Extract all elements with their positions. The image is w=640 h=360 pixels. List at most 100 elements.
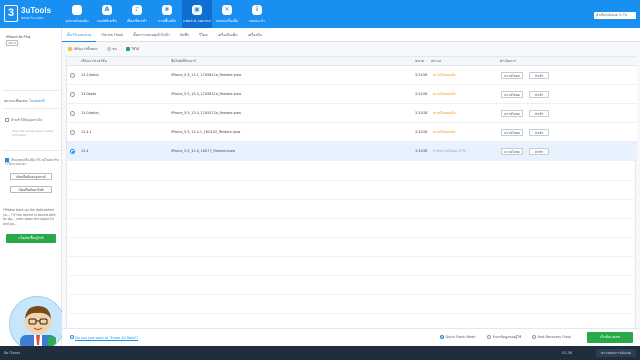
nav-label: เสียงเรียกเข้า xyxy=(126,19,148,23)
table-header: เฟิร์มแวร์เวอร์ชั่น ชื่อไฟล์เฟิร์มแวร์ ข… xyxy=(67,57,637,66)
tab-itunes-flash[interactable]: iTunes Flash xyxy=(96,28,128,42)
cell-status: ดาวน์โหลดแล้ว xyxy=(433,92,456,96)
tab-remote[interactable]: รีโมต xyxy=(194,28,213,42)
option-no-data-loss[interactable]: ห้ามทำให้ข้อมูลหายไป xyxy=(5,118,42,123)
row-radio[interactable] xyxy=(70,111,75,116)
col-action: ดำเนินการ xyxy=(500,59,517,63)
backup-warning: *Please back up the data before yo... * … xyxy=(3,208,56,226)
cell-status: กำลังดาวน์โหลด 37% xyxy=(433,149,466,153)
row-radio[interactable] xyxy=(70,130,75,135)
nav-tutorials[interactable]: i บทแนะนำ xyxy=(242,0,272,28)
table-row[interactable]: 13.0(beta) iPhone_5.5_13.0_17A5572a_Rest… xyxy=(67,104,637,123)
find-device-button[interactable]: เปิดหรือค้นหาอุปกรณ์ xyxy=(10,173,52,180)
tab-easy-flash[interactable]: ตั้งเวิร์มแบบง่าย xyxy=(62,28,97,42)
help-icon xyxy=(70,335,74,339)
empty-row-line xyxy=(67,180,637,181)
tools-icon: ✕ xyxy=(222,5,232,15)
download-button[interactable]: ดาวน์โหลด xyxy=(501,91,523,98)
mascot-avatar xyxy=(9,296,65,352)
filter-label: ใช้ได้ xyxy=(131,47,140,51)
option-label: ห้ามทำให้ข้อมูลหายไป xyxy=(11,118,43,122)
row-radio[interactable] xyxy=(70,92,75,97)
start-flash-button[interactable]: เริ่มต้นแฟลช xyxy=(587,332,633,343)
col-filename: ชื่อไฟล์เฟิร์มแวร์ xyxy=(171,59,196,63)
cell-filename: iPhone_5.5_13.1_17A5821e_Restore.ipsw xyxy=(171,73,242,77)
nav-wallpapers[interactable]: ❀ ภาพพื้นหลัง xyxy=(152,0,182,28)
cell-filename: iPhone_5.5_13.0_17A5831e_Restore.ipsw xyxy=(171,92,242,96)
cell-status: ดาวน์โหลดแล้ว xyxy=(433,130,456,134)
row-radio[interactable] xyxy=(70,149,75,154)
filter-available[interactable]: ใช้ได้ xyxy=(125,45,140,53)
empty-row-line xyxy=(67,218,637,219)
radio[interactable] xyxy=(532,335,536,339)
flower-icon: ❀ xyxy=(162,5,172,15)
nav-label: อุปกรณ์ของฉัน xyxy=(65,19,89,23)
cell-version: 13.0beta xyxy=(81,92,97,96)
check-update-button[interactable]: ตรวจสอบการอัปเดต xyxy=(596,349,636,357)
filter-label: เฟิร์มแวร์ทั้งหมด xyxy=(73,47,98,51)
logo-title: 3uTools xyxy=(21,6,52,15)
legend-dot xyxy=(125,47,130,51)
mode-label: Quick Flash Mode xyxy=(445,335,476,339)
empty-row-line xyxy=(67,237,637,238)
filter-none[interactable]: ชน xyxy=(106,45,117,53)
nav-toolbox[interactable]: ✕ กล่องเครื่องมือ xyxy=(212,0,242,28)
import-button[interactable]: นำเข้า xyxy=(529,72,549,79)
mode-quick-flash[interactable]: Quick Flash Mode xyxy=(440,335,475,339)
empty-row-line xyxy=(67,256,637,257)
cell-size: 3.32GB xyxy=(415,149,428,153)
download-button[interactable]: ดาวน์โหลด xyxy=(501,129,523,136)
import-button[interactable]: นำเข้า xyxy=(529,148,549,155)
tab-tools[interactable]: เครื่องมือ xyxy=(243,28,267,42)
mascot-illustration xyxy=(20,306,56,351)
radio[interactable] xyxy=(487,335,491,339)
download-button[interactable]: ดาวน์โหลด xyxy=(501,72,523,79)
app-logo: 3 3uTools www.3u.com xyxy=(4,4,58,24)
table-row[interactable]: 13.0beta iPhone_5.5_13.0_17A5831e_Restor… xyxy=(67,85,637,104)
legend-dot xyxy=(106,47,111,51)
import-button[interactable]: นำเข้า xyxy=(529,110,549,117)
radio[interactable] xyxy=(440,335,444,339)
status-value: โหมดปกติ xyxy=(29,99,45,103)
status-label: สถานะเชื่อมต่อ: xyxy=(4,99,29,103)
filter-label: ชน xyxy=(112,47,117,51)
tab-log[interactable]: บันทึก xyxy=(175,28,194,42)
cell-size: 3.51GB xyxy=(415,92,428,96)
nav-label: แฟลช & เจลเบรก xyxy=(183,19,211,23)
mode-anti-recovery[interactable]: Anti-Recovery Flash xyxy=(532,335,571,339)
flash-tabs: ตั้งเวิร์มแบบง่าย iTunes Flash ตั้งค่าระ… xyxy=(62,28,640,42)
backup-restore-button[interactable]: แบ็คอัพ/ฟื้นฟูไฟล์ xyxy=(6,234,56,243)
close-itunes[interactable]: ปิด iTunes xyxy=(4,346,20,360)
erase-all-data-link[interactable]: Do you just want to "Erase All Data"? xyxy=(70,335,138,340)
nav-apps[interactable]: A แอปพลิเคชั่น xyxy=(92,0,122,28)
device-tag: iOS 0 xyxy=(6,40,18,46)
nav-ringtones[interactable]: ♪ เสียงเรียกเข้า xyxy=(122,0,152,28)
tab-more-tools[interactable]: เครื่องมือเพิ่ม xyxy=(213,28,243,42)
divider xyxy=(3,108,59,109)
nav-label: แอปพลิเคชั่น xyxy=(97,19,117,23)
nav-my-device[interactable]: อุปกรณ์ของฉัน xyxy=(62,0,92,28)
cell-version: 12.4.1 xyxy=(81,130,92,134)
find-file-button[interactable]: เปิดหรือค้นหาไฟล์ xyxy=(10,186,52,193)
nav-label: ภาพพื้นหลัง xyxy=(158,19,176,23)
import-button[interactable]: นำเข้า xyxy=(529,91,549,98)
table-row[interactable]: 12.4.1 iPhone_5.5_12.4.1_16G102_Restore.… xyxy=(67,123,637,142)
update-indicator[interactable]: ตัวเลือก/อัปเดต 3.7% xyxy=(594,12,636,19)
row-radio[interactable] xyxy=(70,73,75,78)
table-row-selected[interactable]: 12.4 iPhone_5.5_12.4_16G77_Restore.ipsw … xyxy=(67,142,637,161)
nav-flash-jailbreak[interactable]: ▣ แฟลช & เจลเบรก xyxy=(182,0,212,28)
cell-filename: iPhone_5.5_12.4.1_16G102_Restore.ipsw xyxy=(171,130,241,134)
nav-label: กล่องเครื่องมือ xyxy=(215,19,239,23)
filter-all[interactable]: เฟิร์มแวร์ทั้งหมด xyxy=(68,45,98,53)
connection-status: สถานะเชื่อมต่อ: โหมดปกติ xyxy=(4,98,45,104)
mode-retain-data[interactable]: รักษาข้อมูลของผู้ใช้ xyxy=(487,335,521,340)
table-row[interactable]: 13.1(beta) iPhone_5.5_13.1_17A5821e_Rest… xyxy=(67,66,637,85)
tab-settings[interactable]: ตั้งค่าระบบเหตุเฝ้าไปถ้า xyxy=(128,28,175,42)
flash-content: ตั้งเวิร์มแบบง่าย iTunes Flash ตั้งค่าระ… xyxy=(62,28,640,346)
checkbox[interactable] xyxy=(5,118,9,122)
import-button[interactable]: นำเข้า xyxy=(529,129,549,136)
download-button[interactable]: ดาวน์โหลด xyxy=(501,148,523,155)
cell-version: 13.0(beta) xyxy=(81,111,99,115)
download-button[interactable]: ดาวน์โหลด xyxy=(501,110,523,117)
option-keep-shsh[interactable]: เก็บแชทเครื่องมือ iTS ลงในสมาร์ท ไว้ในระ… xyxy=(5,158,59,166)
